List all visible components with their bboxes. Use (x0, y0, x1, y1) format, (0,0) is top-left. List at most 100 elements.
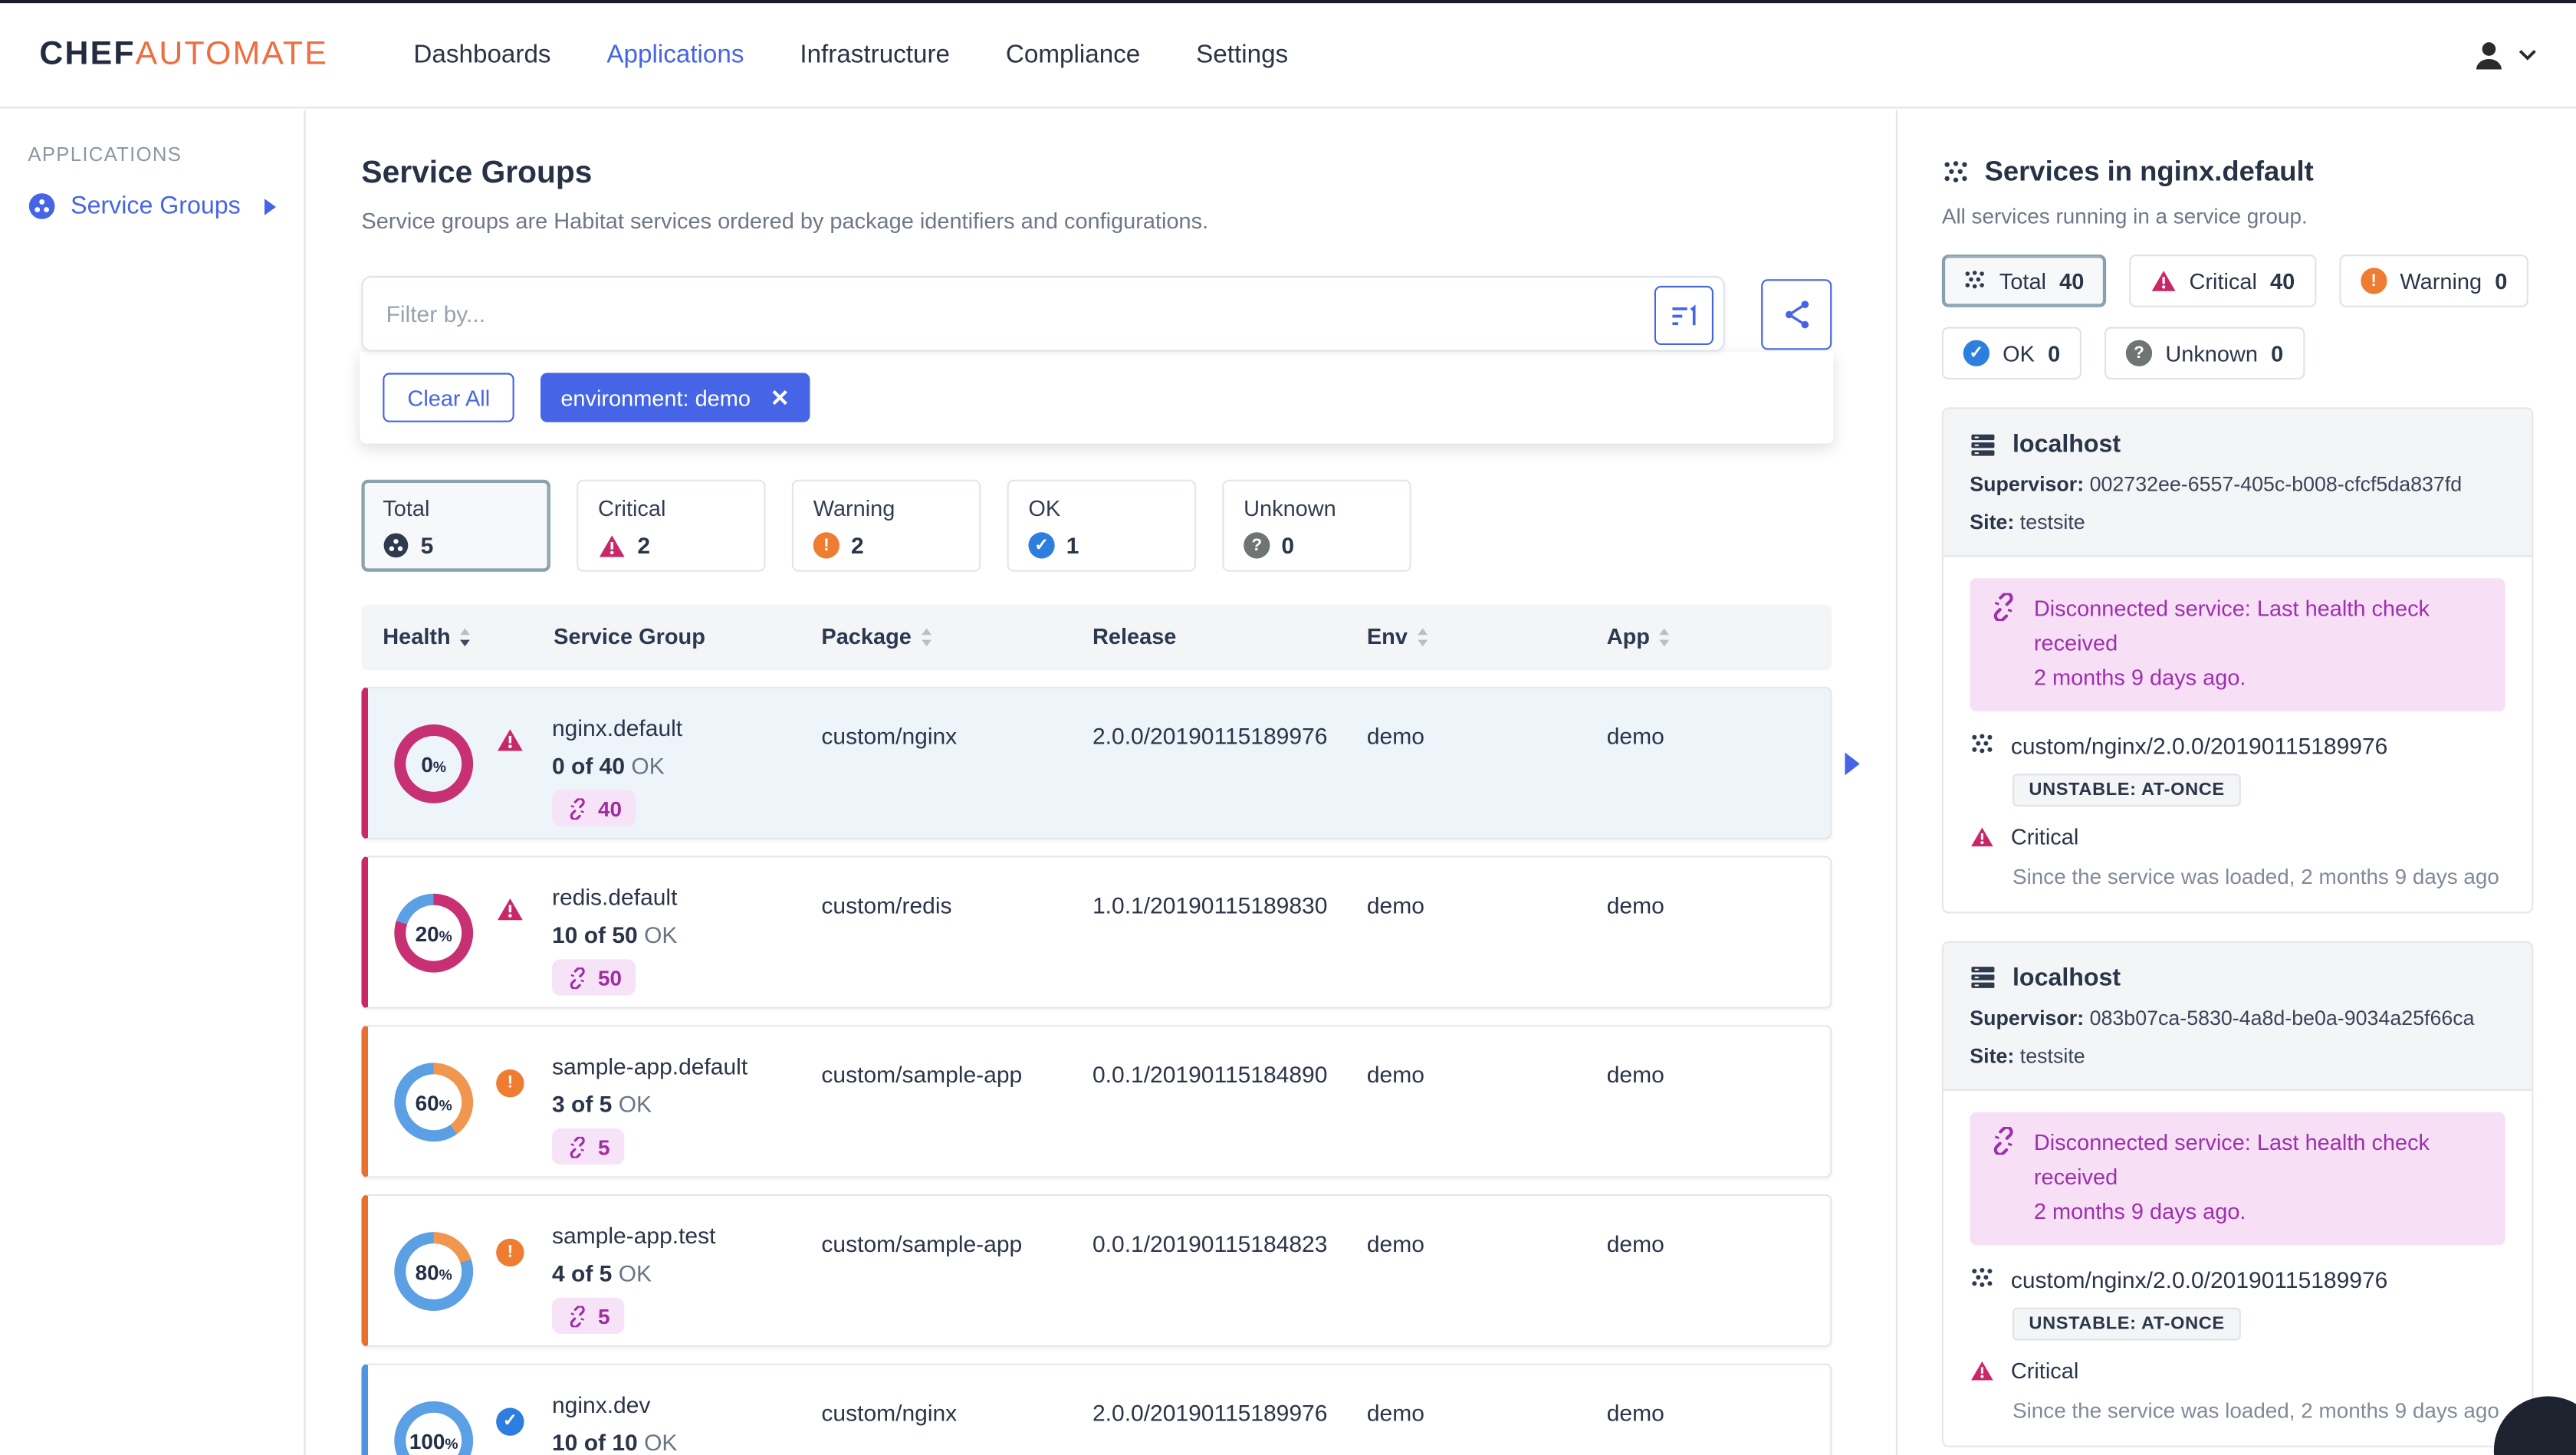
status-card-label: Warning (813, 496, 895, 521)
service-card-header: localhost Supervisor: 083b07ca-5830-4a8d… (1944, 942, 2532, 1091)
service-total-icon (383, 532, 409, 558)
service-group-name: nginx.default (552, 714, 683, 741)
status-card-critical[interactable]: Critical 2 (577, 479, 766, 572)
pill-warning[interactable]: ! Warning 0 (2339, 255, 2529, 307)
table-row-nginx-default[interactable]: 0% nginx.default 0 of 40 OK 40 custom/ng… (361, 686, 1860, 839)
service-group-name: sample-app.test (552, 1222, 716, 1249)
nav-item-applications[interactable]: Applications (606, 41, 744, 71)
service-group-name: nginx.dev (552, 1391, 651, 1418)
warning-icon: ! (2360, 268, 2387, 294)
nav-user-menu[interactable] (2471, 37, 2537, 73)
pill-critical[interactable]: Critical 40 (2128, 255, 2317, 307)
pill-ok[interactable]: ✓ OK 0 (1941, 327, 2082, 379)
status-card-count: 1 (1066, 532, 1079, 559)
ok-count: 10 of 50 OK (552, 921, 678, 948)
column-header-health[interactable]: Health (383, 624, 472, 649)
main-content: Service Groups Service groups are Habita… (306, 110, 1896, 1455)
chip-close-icon[interactable]: ✕ (770, 383, 790, 411)
status-card-total[interactable]: Total 5 (361, 479, 550, 572)
warning-icon: ! (496, 1066, 524, 1097)
disconnected-count-badge: 5 (552, 1128, 625, 1165)
warning-icon: ! (813, 532, 840, 559)
nav-item-compliance[interactable]: Compliance (1006, 41, 1140, 71)
cell-package: custom/sample-app (821, 1061, 1023, 1088)
column-header-service-group[interactable]: Service Group (554, 624, 705, 649)
panel-title: Services in nginx.default (1984, 156, 2314, 188)
cell-release: 2.0.0/20190115189976 (1092, 722, 1328, 750)
disconnected-count-badge: 5 (552, 1297, 625, 1334)
cell-app: demo (1606, 722, 1664, 750)
cell-env: demo (1366, 1061, 1424, 1088)
service-status: Critical (1970, 824, 2505, 849)
nav-menu: Dashboards Applications Infrastructure C… (413, 41, 1288, 71)
since-text: Since the service was loaded, 2 months 9… (2013, 863, 2499, 888)
service-group-list: 0% nginx.default 0 of 40 OK 40 custom/ng… (361, 686, 1860, 1455)
cell-app: demo (1606, 1399, 1664, 1426)
supervisor-line: Supervisor: 002732ee-6557-405c-b008-cfcf… (1970, 473, 2463, 497)
sort-icon[interactable] (1416, 627, 1429, 647)
pill-unknown[interactable]: ? Unknown 0 (2104, 327, 2305, 379)
pill-total[interactable]: Total 40 (1941, 255, 2106, 307)
sidebar-item-service-groups[interactable]: Service Groups (28, 192, 276, 220)
service-status: Critical (1970, 1358, 2505, 1382)
brand-chef: CHEF (39, 36, 136, 73)
share-button[interactable] (1761, 278, 1832, 350)
disconnected-icon (1990, 593, 2017, 696)
brand-logo[interactable]: CHEFAUTOMATE (39, 36, 328, 74)
status-card-unknown[interactable]: Unknown ? 0 (1222, 479, 1411, 572)
filter-chip-label: environment: demo (560, 385, 751, 410)
nav-item-infrastructure[interactable]: Infrastructure (800, 41, 950, 71)
critical-icon (598, 533, 626, 557)
top-nav: CHEFAUTOMATE Dashboards Applications Inf… (0, 3, 2576, 109)
sort-icon[interactable] (920, 627, 933, 647)
critical-icon (496, 897, 524, 921)
applied-filters-panel: Clear All environment: demo ✕ (360, 351, 1834, 444)
table-row-nginx-dev[interactable]: 100% ✓ nginx.dev 10 of 10 OK 10 custom/n… (361, 1363, 1832, 1455)
disconnected-count-badge: 50 (552, 959, 637, 996)
disconnected-icon (570, 1305, 585, 1327)
update-strategy-badge: UNSTABLE: AT-ONCE (2013, 773, 2242, 806)
table-row-sample-app-default[interactable]: 60% ! sample-app.default 3 of 5 OK 5 cus… (361, 1025, 1832, 1178)
cell-package: custom/nginx (821, 1399, 958, 1426)
status-card-label: Unknown (1244, 496, 1336, 521)
sidebar: APPLICATIONS Service Groups (0, 110, 306, 1455)
sort-icon[interactable] (1658, 627, 1671, 647)
column-header-app[interactable]: App (1607, 624, 1671, 649)
sort-icon[interactable] (458, 627, 472, 647)
service-card-body: Disconnected service: Last health check … (1944, 557, 2532, 911)
filter-row (361, 276, 1832, 352)
column-header-package[interactable]: Package (821, 624, 932, 649)
nav-item-dashboards[interactable]: Dashboards (413, 41, 550, 71)
health-donut: 20% (394, 893, 474, 973)
supervisor-line: Supervisor: 083b07ca-5830-4a8d-be0a-9034… (1970, 1007, 2475, 1030)
cell-package: custom/sample-app (821, 1230, 1023, 1257)
critical-icon (496, 728, 524, 752)
ok-icon: ✓ (496, 1404, 524, 1436)
filter-chip-environment-demo[interactable]: environment: demo ✕ (540, 373, 810, 422)
filter-count-button[interactable] (1654, 285, 1714, 345)
ok-count: 10 of 10 OK (552, 1429, 678, 1455)
panel-subtitle: All services running in a service group. (1941, 203, 2308, 228)
cell-app: demo (1606, 1230, 1664, 1257)
clear-all-button[interactable]: Clear All (383, 373, 515, 422)
services-detail-panel: Services in nginx.default All services r… (1895, 110, 2576, 1455)
disconnected-icon (1990, 1126, 2017, 1229)
sidebar-section-title: APPLICATIONS (28, 143, 182, 166)
table-row-sample-app-test[interactable]: 80% ! sample-app.test 4 of 5 OK 5 custom… (361, 1194, 1832, 1348)
cell-env: demo (1366, 1230, 1424, 1257)
disconnected-count-badge: 40 (552, 790, 637, 826)
critical-icon (1970, 826, 1994, 847)
table-row-redis-default[interactable]: 20% redis.default 10 of 50 OK 50 custom/… (361, 856, 1832, 1009)
host-name: localhost (2013, 964, 2121, 992)
status-card-warning[interactable]: Warning ! 2 (791, 479, 981, 572)
nav-item-settings[interactable]: Settings (1196, 41, 1288, 71)
column-header-env[interactable]: Env (1367, 624, 1429, 649)
service-total-icon (1970, 1266, 1994, 1291)
service-card-header: localhost Supervisor: 002732ee-6557-405c… (1944, 409, 2532, 557)
chevron-down-icon (2518, 49, 2537, 61)
column-header-release[interactable]: Release (1092, 624, 1176, 649)
filter-input[interactable] (363, 278, 1723, 350)
disconnected-banner: Disconnected service: Last health check … (1970, 578, 2505, 711)
status-card-ok[interactable]: OK ✓ 1 (1007, 479, 1196, 572)
service-total-icon (1970, 733, 1994, 757)
